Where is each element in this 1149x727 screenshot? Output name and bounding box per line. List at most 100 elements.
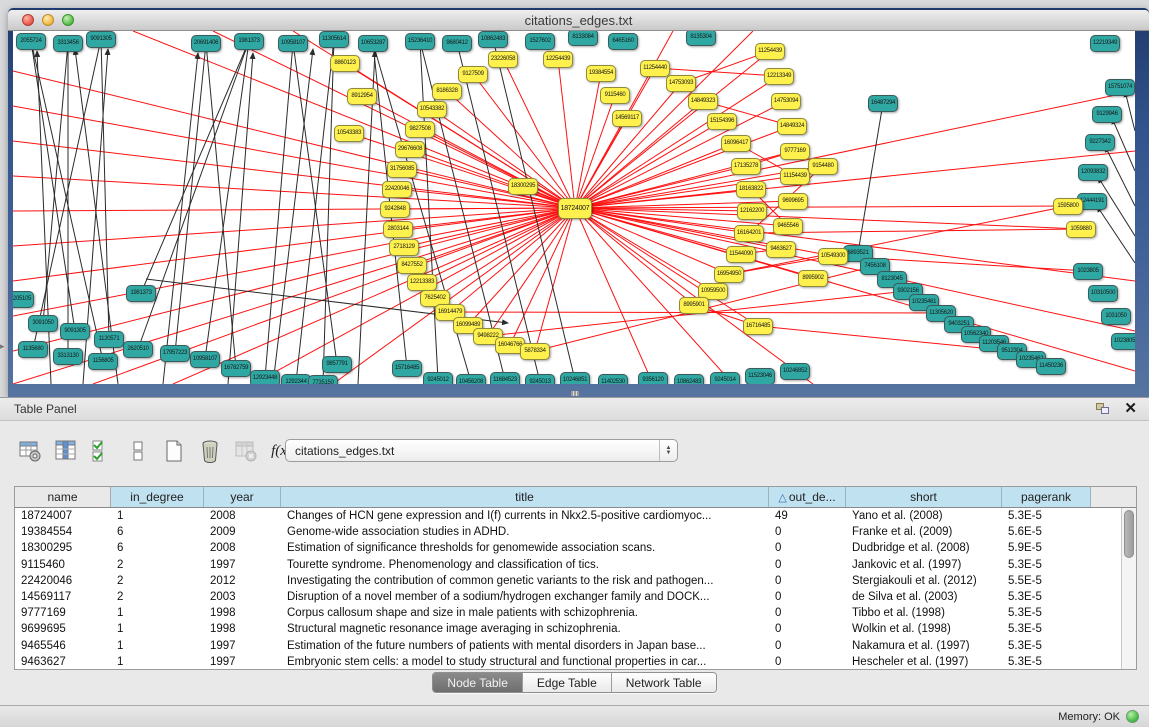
graph-node[interactable]: 15751074 bbox=[1105, 79, 1135, 96]
table-row[interactable]: 1456911722003Disruption of a novel membe… bbox=[15, 589, 1121, 605]
table-row[interactable]: 1938455462009Genome-wide association stu… bbox=[15, 524, 1121, 540]
graph-node[interactable]: 3313456 bbox=[53, 35, 83, 52]
column-visibility-icon[interactable] bbox=[52, 438, 79, 465]
graph-node[interactable]: 2803144 bbox=[383, 221, 413, 238]
graph-node[interactable]: 10958107 bbox=[278, 35, 308, 52]
graph-node[interactable]: 11305614 bbox=[319, 31, 349, 48]
graph-node[interactable]: 11523046 bbox=[745, 368, 775, 385]
graph-node[interactable]: 1031050 bbox=[1101, 308, 1131, 325]
graph-node[interactable]: 18163822 bbox=[736, 181, 766, 198]
graph-node[interactable]: 16164201 bbox=[734, 225, 764, 242]
graph-node[interactable]: 9127509 bbox=[458, 66, 488, 83]
graph-node[interactable]: 2620510 bbox=[123, 341, 153, 358]
table-row[interactable]: 2242004622012Investigating the contribut… bbox=[15, 573, 1121, 589]
graph-node[interactable]: 16096417 bbox=[721, 135, 751, 152]
graph-node[interactable]: 9115460 bbox=[600, 87, 630, 104]
graph-node[interactable]: 9091305 bbox=[60, 323, 90, 340]
graph-node[interactable]: 7735150 bbox=[308, 375, 338, 385]
column-header-in_degree[interactable]: in_degree bbox=[111, 487, 204, 507]
graph-node[interactable]: 1527602 bbox=[525, 33, 555, 50]
graph-node[interactable]: 29676608 bbox=[395, 141, 425, 158]
tab-network-table[interactable]: Network Table bbox=[612, 673, 716, 692]
graph-node[interactable]: 8427552 bbox=[397, 257, 427, 274]
graph-node[interactable]: 10310500 bbox=[1088, 285, 1118, 302]
zoom-button[interactable] bbox=[62, 14, 74, 26]
graph-node[interactable]: 20691406 bbox=[191, 35, 221, 52]
graph-node[interactable]: 5878334 bbox=[520, 343, 550, 360]
table-row[interactable]: 911546021997Tourette syndrome. Phenomeno… bbox=[15, 557, 1121, 573]
graph-node[interactable]: 9827508 bbox=[405, 121, 435, 138]
graph-node[interactable]: 10238050 bbox=[1111, 333, 1135, 350]
graph-node[interactable]: 19384554 bbox=[586, 65, 616, 82]
graph-node[interactable]: 26205105 bbox=[13, 291, 34, 308]
close-button[interactable] bbox=[22, 14, 34, 26]
graph-node[interactable]: 10862483 bbox=[478, 31, 508, 48]
table-row[interactable]: 1872400712008Changes of HCN gene express… bbox=[15, 508, 1121, 524]
graph-node[interactable]: 14849324 bbox=[777, 118, 807, 135]
graph-node[interactable]: 12219349 bbox=[1090, 35, 1120, 52]
graph-node[interactable]: 9680412 bbox=[442, 35, 472, 52]
graph-node[interactable]: 12923448 bbox=[250, 370, 280, 385]
graph-node[interactable]: 12162200 bbox=[737, 203, 767, 220]
graph-node[interactable]: 1981373 bbox=[126, 285, 156, 302]
select-all-icon[interactable] bbox=[88, 438, 115, 465]
memory-status-icon[interactable] bbox=[1126, 710, 1139, 723]
graph-node[interactable]: 1120571 bbox=[94, 331, 124, 348]
graph-node[interactable]: 10862483 bbox=[674, 374, 704, 385]
graph-node[interactable]: 11154439 bbox=[780, 168, 810, 185]
graph-node[interactable]: 12093832 bbox=[1078, 164, 1108, 181]
graph-node[interactable]: 9857791 bbox=[322, 356, 352, 373]
graph-node[interactable]: 8186328 bbox=[432, 83, 462, 100]
graph-node[interactable]: 12254439 bbox=[543, 51, 573, 68]
table-row[interactable]: 946554611997Estimation of the future num… bbox=[15, 638, 1121, 654]
graph-node[interactable]: 11254440 bbox=[640, 60, 670, 77]
column-header-out_de[interactable]: △out_de... bbox=[769, 487, 846, 507]
graph-node[interactable]: 3091050 bbox=[28, 315, 58, 332]
delete-table-icon[interactable] bbox=[232, 438, 259, 465]
table-settings-icon[interactable] bbox=[16, 438, 43, 465]
graph-node[interactable]: 15236410 bbox=[405, 33, 435, 50]
graph-node[interactable]: 9699695 bbox=[778, 193, 808, 210]
graph-node[interactable]: 9242848 bbox=[380, 201, 410, 218]
delete-column-icon[interactable] bbox=[196, 438, 223, 465]
graph-node[interactable]: 10543382 bbox=[417, 101, 447, 118]
graph-node[interactable]: 1023805 bbox=[1073, 263, 1103, 280]
graph-node[interactable]: 16782759 bbox=[221, 360, 251, 377]
deselect-all-icon[interactable] bbox=[124, 438, 151, 465]
graph-node[interactable]: 9465546 bbox=[773, 218, 803, 235]
window-titlebar[interactable]: citations_edges.txt bbox=[8, 10, 1149, 31]
graph-node[interactable]: 1981373 bbox=[234, 33, 264, 50]
graph-node[interactable]: 14849323 bbox=[688, 93, 718, 110]
graph-node[interactable]: 17135278 bbox=[731, 158, 761, 175]
graph-node[interactable]: 9356120 bbox=[638, 372, 668, 385]
graph-node[interactable]: 14753094 bbox=[771, 93, 801, 110]
graph-node[interactable]: 9245013 bbox=[525, 374, 555, 385]
graph-node[interactable]: 2718129 bbox=[389, 239, 419, 256]
column-header-pagerank[interactable]: pagerank bbox=[1002, 487, 1091, 507]
graph-node[interactable]: 9245014 bbox=[710, 372, 740, 385]
graph-node[interactable]: 22420046 bbox=[382, 181, 412, 198]
graph-node[interactable]: 10958107 bbox=[190, 351, 220, 368]
graph-node[interactable]: 16954950 bbox=[714, 266, 744, 283]
graph-node[interactable]: 14569117 bbox=[612, 110, 642, 127]
graph-node[interactable]: 23226058 bbox=[488, 51, 518, 68]
graph-node[interactable]: 9463627 bbox=[766, 241, 796, 258]
graph-node[interactable]: 16487294 bbox=[868, 95, 898, 112]
column-header-name[interactable]: name bbox=[15, 487, 111, 507]
graph-node[interactable]: 18300295 bbox=[508, 178, 538, 195]
graph-node[interactable]: 8995901 bbox=[679, 297, 709, 314]
graph-node[interactable]: 9227342 bbox=[1085, 134, 1115, 151]
graph-node[interactable]: 10549300 bbox=[818, 248, 848, 265]
graph-node[interactable]: 16716485 bbox=[743, 318, 773, 335]
new-column-icon[interactable] bbox=[160, 438, 187, 465]
graph-node[interactable]: 11544090 bbox=[726, 246, 756, 263]
graph-node[interactable]: 11450236 bbox=[1036, 358, 1066, 375]
scrollbar-thumb[interactable] bbox=[1124, 510, 1134, 558]
column-header-short[interactable]: short bbox=[846, 487, 1002, 507]
graph-node[interactable]: 15716485 bbox=[392, 360, 422, 377]
graph-node[interactable]: 1292344 bbox=[281, 374, 311, 385]
graph-node[interactable]: 10543383 bbox=[334, 125, 364, 142]
graph-node[interactable]: 1059880 bbox=[1066, 221, 1096, 238]
graph-node[interactable]: 10246851 bbox=[560, 372, 590, 385]
graph-node[interactable]: 18724007 bbox=[558, 198, 592, 219]
